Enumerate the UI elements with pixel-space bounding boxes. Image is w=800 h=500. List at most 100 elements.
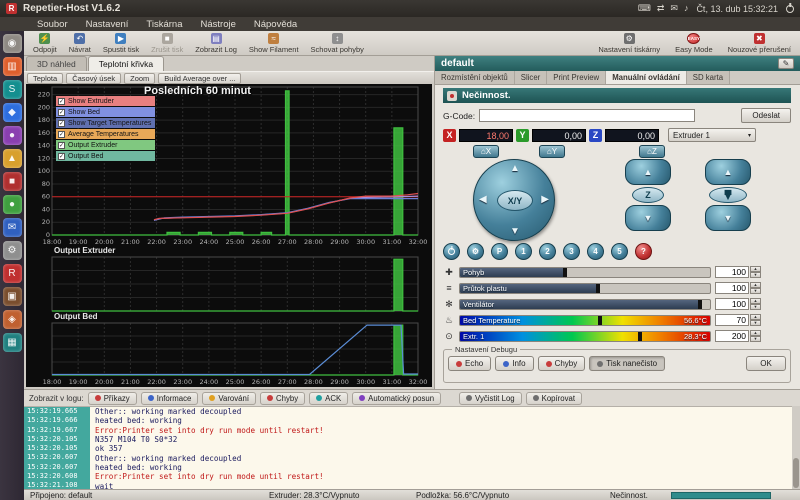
z-up-button[interactable]: ▲ [625,159,671,185]
mail-indicator-icon[interactable]: ✉ [670,3,678,13]
bed-temp-slider[interactable]: Bed Temperature56.6°C [459,315,711,326]
legend-show-extruder[interactable]: ✓Show Extruder [56,96,155,106]
legend-show-target-temperatures[interactable]: ✓Show Target Temperatures [56,118,155,128]
sound-indicator-icon[interactable]: ♪ [684,3,689,13]
flowrate-slider[interactable]: Průtok plastu [459,283,711,294]
debug-info-toggle[interactable]: Info [495,356,533,371]
chart-tool-casovy-usek[interactable]: Časový úsek [66,73,121,84]
slider-handle[interactable] [698,300,702,310]
slider-handle[interactable] [598,316,602,326]
launcher-item-app-mail[interactable]: ✉ [3,218,22,237]
debug-echo-toggle[interactable]: Echo [448,356,491,371]
launcher-item-app-blue[interactable]: ◆ [3,103,22,122]
help-button[interactable]: ? [635,243,652,260]
tab-print-preview[interactable]: Print Preview [547,71,606,84]
log-filter-vycistit-log[interactable]: Vyčistit Log [459,392,522,405]
home-z-button[interactable]: ⌂Z [639,145,665,158]
power-button[interactable] [443,243,460,260]
log-filter-ack[interactable]: ACK [309,392,348,405]
legend-checkbox[interactable]: ✓ [58,98,65,105]
spinner-value[interactable]: 200 [715,330,749,342]
legend-output-extruder[interactable]: ✓Output Extruder [56,140,155,150]
jog-x-plus-icon[interactable]: ▶ [541,194,549,205]
toolbar-odpojit[interactable]: ⚡Odpojit [28,32,62,55]
fan-slider[interactable]: Ventilátor [459,299,711,310]
chart-tool-teplota[interactable]: Teplota [27,73,63,84]
gcode-input[interactable] [479,109,695,122]
toolbar-easy-mode[interactable]: EASYEasy Mode [670,32,718,55]
speed-5-button[interactable]: 5 [611,243,628,260]
toolbar-show-filament[interactable]: ≈Show Filament [244,32,304,55]
speed-2-button[interactable]: 2 [539,243,556,260]
spinner-value[interactable]: 70 [715,314,749,326]
toolbar-zrusit-tisk[interactable]: ■Zrušit tisk [146,32,188,55]
spinner-value[interactable]: 100 [715,298,749,310]
speed-3-button[interactable]: 3 [563,243,580,260]
launcher-item-repetier[interactable]: R [3,264,22,283]
send-button[interactable]: Odeslat [741,108,791,123]
toolbar-zobrazit-log[interactable]: ▤Zobrazit Log [190,32,242,55]
spinner-down-icon[interactable]: ▼ [750,288,761,294]
chart-tool-build-average-over[interactable]: Build Average over ... [158,73,241,84]
session-menu-icon[interactable] [786,5,794,13]
legend-checkbox[interactable]: ✓ [58,120,65,127]
network-indicator-icon[interactable]: ⇄ [657,3,665,13]
motors-off-button[interactable]: ⚙ [467,243,484,260]
tab-3d-nahled[interactable]: 3D náhled [26,56,87,71]
launcher-item-app-rust[interactable]: ◈ [3,310,22,329]
legend-show-bed[interactable]: ✓Show Bed [56,107,155,117]
edit-printer-icon[interactable]: ✎ [778,58,794,69]
home-y-button[interactable]: ⌂Y [539,145,565,158]
menu-nastaveni[interactable]: Nastavení [77,17,138,31]
toolbar-spustit-tisk[interactable]: ▶Spustit tisk [98,32,144,55]
launcher-item-app-orange[interactable]: ▲ [3,149,22,168]
feedrate-slider[interactable]: Pohyb [459,267,711,278]
slider-handle[interactable] [638,332,642,342]
toolbar-nouzove-preruseni[interactable]: ✖Nouzové přerušení [723,32,796,55]
log-filter-varovani[interactable]: Varování [202,392,256,405]
speed-4-button[interactable]: 4 [587,243,604,260]
legend-checkbox[interactable]: ✓ [58,153,65,160]
launcher-item-app-gray[interactable]: ⚙ [3,241,22,260]
launcher-item-trash[interactable]: ▦ [3,333,22,352]
slider-handle[interactable] [596,284,600,294]
menu-tiskarna[interactable]: Tiskárna [137,17,191,31]
launcher-item-dash[interactable]: ◉ [3,34,22,53]
spinner-value[interactable]: 100 [715,282,749,294]
toolbar-nastaveni-tiskarny[interactable]: ⚙Nastavení tiskárny [593,32,665,55]
menu-nastroje[interactable]: Nástroje [192,17,245,31]
jog-y-plus-icon[interactable]: ▲ [510,163,520,174]
home-x-button[interactable]: ⌂X [473,145,499,158]
xy-jog-pad[interactable]: ▲ ▼ ◀ ▶ X/Y [473,159,555,241]
extruder-select[interactable]: Extruder 1 ▾ [668,128,756,142]
chart-tool-zoom[interactable]: Zoom [124,73,155,84]
tab-slicer[interactable]: Slicer [515,71,548,84]
jog-y-minus-icon[interactable]: ▼ [510,226,520,237]
park-button[interactable]: P [491,243,508,260]
tab-teplotni-krivka[interactable]: Teplotní křivka [88,56,164,71]
log-scrollbar[interactable] [792,406,800,490]
extrude-button[interactable]: ▼ [705,205,751,231]
spinner-down-icon[interactable]: ▼ [750,304,761,310]
toolbar-navrat[interactable]: ↶Návrat [64,32,96,55]
clock[interactable]: Čt, 13. dub 15:32:21 [696,4,778,14]
tab-sd-karta[interactable]: SD karta [687,71,730,84]
retract-button[interactable]: ▲ [705,159,751,185]
jog-x-minus-icon[interactable]: ◀ [479,194,487,205]
extruder-temp-slider[interactable]: Extr. 128.3°C [459,331,711,342]
legend-checkbox[interactable]: ✓ [58,131,65,138]
spinner-down-icon[interactable]: ▼ [750,320,761,326]
log-filter-kopirovat[interactable]: Kopírovat [526,392,582,405]
spinner-down-icon[interactable]: ▼ [750,272,761,278]
menu-soubor[interactable]: Soubor [28,17,77,31]
tab-rozmisteni-objektu[interactable]: Rozmístění objektů [435,71,515,84]
legend-output-bed[interactable]: ✓Output Bed [56,151,155,161]
launcher-item-app-green[interactable]: ● [3,195,22,214]
launcher-item-app-brown[interactable]: ▣ [3,287,22,306]
speed-1-button[interactable]: 1 [515,243,532,260]
toolbar-schovat-pohyby[interactable]: ↕Schovat pohyby [306,32,369,55]
legend-checkbox[interactable]: ✓ [58,142,65,149]
keyboard-indicator-icon[interactable]: ⌨ [638,3,651,13]
debug-tisk-nanecisto-toggle[interactable]: Tisk nanečisto [589,356,665,371]
debug-chyby-toggle[interactable]: Chyby [538,356,586,371]
